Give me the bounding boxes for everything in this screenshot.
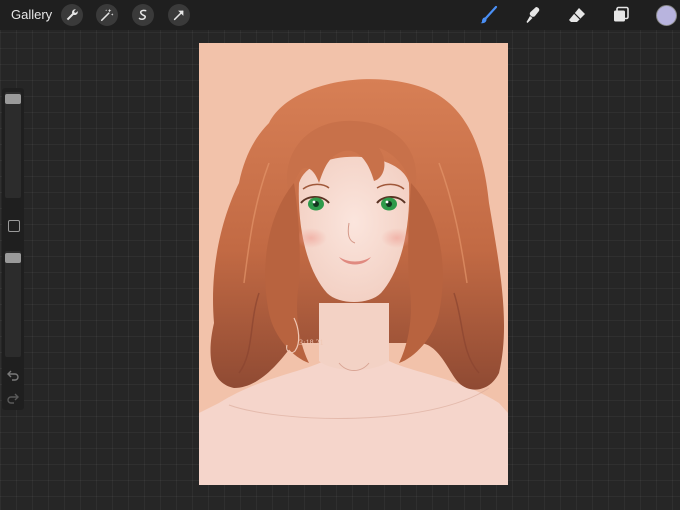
artwork-illustration: 3·18.21 bbox=[199, 43, 508, 485]
brush-icon[interactable] bbox=[478, 4, 500, 26]
brush-size-slider[interactable] bbox=[5, 92, 21, 198]
undo-icon[interactable] bbox=[6, 368, 20, 382]
drawing-canvas[interactable]: 3·18.21 bbox=[199, 43, 508, 485]
redo-icon[interactable] bbox=[6, 391, 20, 405]
brush-size-slider-thumb[interactable] bbox=[5, 94, 21, 104]
gallery-button[interactable]: Gallery bbox=[11, 7, 52, 22]
adjustments-magic-wand-icon[interactable] bbox=[96, 4, 118, 26]
opacity-slider-thumb[interactable] bbox=[5, 253, 21, 263]
left-sidebar bbox=[2, 88, 24, 410]
transform-arrow-icon[interactable] bbox=[168, 4, 190, 26]
selection-icon[interactable] bbox=[132, 4, 154, 26]
signature-text: 3·18.21 bbox=[299, 338, 324, 347]
color-picker-button[interactable] bbox=[656, 5, 677, 26]
eraser-icon[interactable] bbox=[566, 4, 588, 26]
top-toolbar: Gallery bbox=[0, 0, 680, 30]
opacity-slider[interactable] bbox=[5, 251, 21, 357]
modify-button[interactable] bbox=[8, 220, 20, 232]
actions-wrench-icon[interactable] bbox=[61, 4, 83, 26]
layers-icon[interactable] bbox=[610, 4, 632, 26]
smudge-icon[interactable] bbox=[522, 4, 544, 26]
neck bbox=[319, 303, 389, 370]
